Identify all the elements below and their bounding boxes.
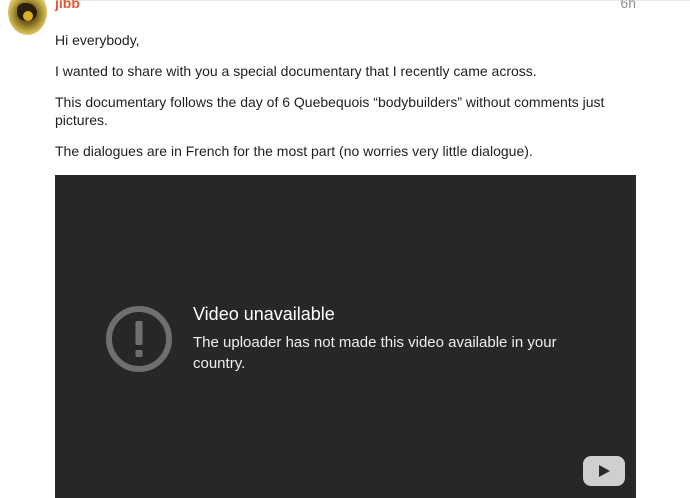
post-paragraph: The dialogues are in French for the most… bbox=[55, 143, 533, 159]
divider bbox=[55, 0, 690, 1]
post-date[interactable]: 6h bbox=[620, 0, 636, 12]
post-paragraph: This documentary follows the day of 6 Qu… bbox=[55, 94, 605, 128]
play-triangle-icon bbox=[599, 465, 610, 477]
youtube-play-icon[interactable] bbox=[583, 456, 625, 486]
post-body: Hi everybody, I wanted to share with you… bbox=[55, 31, 615, 173]
avatar[interactable] bbox=[8, 0, 47, 35]
avatar-image-highlight bbox=[23, 11, 33, 21]
video-unavailable-title: Video unavailable bbox=[193, 304, 335, 324]
post-paragraph: I wanted to share with you a special doc… bbox=[55, 63, 537, 79]
post-page: jibb 6h Hi everybody, I wanted to share … bbox=[0, 0, 690, 498]
video-embed[interactable]: Video unavailable The uploader has not m… bbox=[55, 175, 636, 498]
video-unavailable-message: The uploader has not made this video ava… bbox=[193, 334, 557, 372]
post-paragraph: Hi everybody, bbox=[55, 32, 140, 48]
post-username[interactable]: jibb bbox=[55, 0, 80, 12]
alert-circle-icon bbox=[106, 306, 172, 372]
